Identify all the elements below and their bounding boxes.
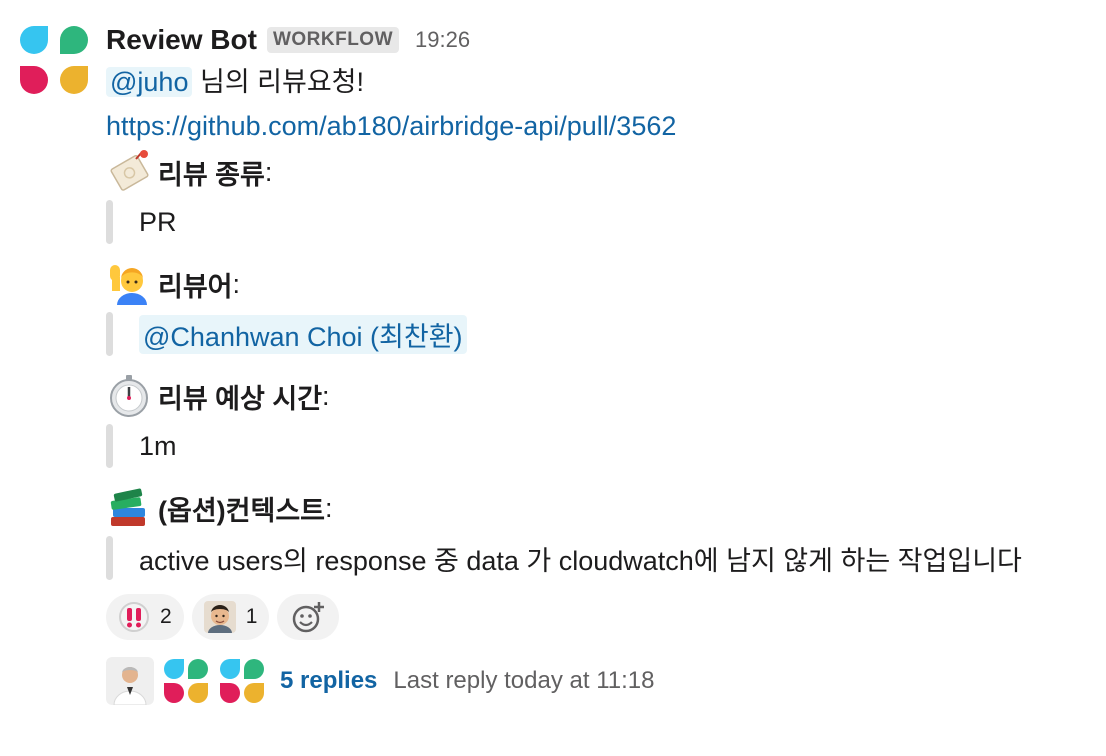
quote-bar	[106, 312, 113, 356]
section-estimated-time-title: 리뷰 예상 시간:	[106, 372, 1096, 420]
colon: :	[232, 268, 241, 299]
tag-icon	[110, 150, 149, 191]
quote-bar	[106, 424, 113, 468]
books-icon	[110, 488, 145, 526]
reaction-person[interactable]: 1	[191, 594, 270, 640]
section-value: active users의 response 중 data 가 cloudwat…	[139, 545, 1022, 576]
reaction-count: 1	[245, 605, 258, 628]
section-title-text: 리뷰어	[158, 271, 233, 302]
section-title-text: 리뷰 종류	[158, 159, 265, 190]
last-reply-time: Last reply today at 11:18	[393, 667, 655, 694]
add-reaction-icon	[293, 602, 325, 633]
section-review-type-title: 리뷰 종류:	[106, 148, 1096, 196]
message-content: Review Bot WORKFLOW 19:26 @juho 님의 리뷰요청!…	[106, 20, 1096, 706]
section-reviewer-quote: @Chanhwan Choi (최찬환)	[106, 312, 1096, 356]
pr-link[interactable]: https://github.com/ab180/airbridge-api/p…	[106, 111, 676, 141]
section-value: 1m	[139, 430, 177, 461]
colon: :	[322, 380, 330, 411]
replier-avatar-person[interactable]	[106, 657, 154, 705]
section-estimated-time-quote: 1m	[106, 424, 1096, 468]
reactions-bar: 2 1	[106, 594, 1096, 640]
section-context-quote: active users의 response 중 data 가 cloudwat…	[106, 536, 1096, 580]
reviewer-mention[interactable]: @Chanhwan Choi (최찬환)	[139, 314, 467, 354]
workflow-badge: WORKFLOW	[266, 27, 400, 53]
thread-summary[interactable]: 5 replies Last reply today at 11:18	[106, 656, 1096, 706]
replier-avatar-bot[interactable]	[162, 657, 210, 705]
pr-link-line: https://github.com/ab180/airbridge-api/p…	[106, 104, 1096, 148]
bot-avatar[interactable]	[18, 24, 90, 96]
reaction-exclamation[interactable]: 2	[106, 594, 184, 640]
colon: :	[325, 492, 333, 523]
reaction-count: 2	[160, 605, 172, 628]
request-line: @juho 님의 리뷰요청!	[106, 60, 1096, 104]
sender-name[interactable]: Review Bot	[106, 24, 257, 56]
slack-logo-icon	[20, 26, 88, 94]
request-text: 님의 리뷰요청!	[199, 67, 365, 97]
message-timestamp[interactable]: 19:26	[415, 27, 470, 53]
stopwatch-icon	[110, 375, 148, 417]
message-header: Review Bot WORKFLOW 19:26	[106, 20, 1096, 60]
replier-avatar-bot[interactable]	[218, 657, 266, 705]
colon: :	[264, 156, 273, 187]
exclamation-emoji-icon	[119, 602, 149, 632]
section-context-title: (옵션)컨텍스트:	[106, 484, 1096, 532]
quote-bar	[106, 536, 113, 580]
section-reviewer-title: 리뷰어:	[106, 260, 1096, 308]
raising-hand-icon	[110, 265, 147, 305]
section-value: PR	[139, 206, 177, 237]
quote-bar	[106, 200, 113, 244]
replies-link[interactable]: 5 replies	[280, 667, 377, 695]
person-face-emoji-icon	[203, 601, 236, 633]
add-reaction-button[interactable]	[277, 594, 340, 640]
user-mention[interactable]: @juho	[106, 67, 193, 97]
section-review-type-quote: PR	[106, 200, 1096, 244]
section-title-text: (옵션)컨텍스트	[158, 495, 326, 526]
section-title-text: 리뷰 예상 시간	[158, 383, 323, 414]
